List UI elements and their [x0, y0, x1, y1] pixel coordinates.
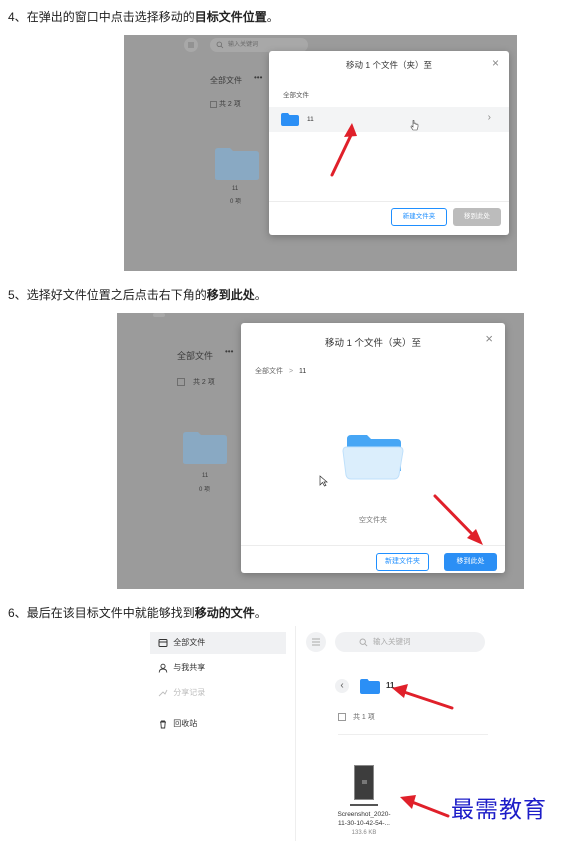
breadcrumb: 全部文件 > 11	[255, 368, 307, 375]
move-dialog: 移动 1 个文件（夹）至 × 全部文件 11 › 新建文件夹 移到此处	[269, 51, 509, 235]
file-size: 133.6 KB	[351, 830, 377, 836]
folder-icon	[158, 638, 168, 647]
folder-row-label: 11	[307, 116, 314, 123]
sidebar-item-all-files[interactable]: 全部文件	[158, 637, 205, 648]
arrow-annotation	[433, 494, 483, 545]
new-folder-button[interactable]: 新建文件夹	[376, 553, 429, 571]
move-here-button[interactable]: 移到此处	[453, 208, 501, 226]
trash-icon	[160, 720, 166, 729]
more-icon[interactable]: •••	[225, 347, 233, 356]
section-label: 全部文件	[283, 92, 309, 99]
close-icon[interactable]: ×	[492, 56, 499, 70]
screenshot-step-5: 全部文件 ••• 共 2 项 11 0 项 移动 1 个文件（夹）至 × 全部文…	[117, 313, 524, 589]
sidebar-item-recycle-bin[interactable]: 回收站	[158, 718, 197, 729]
file-name[interactable]: Screenshot_2020- 11-30-10-42-54-...	[322, 810, 406, 828]
select-count[interactable]: 共 1 项	[338, 712, 375, 722]
dialog-title: 移动 1 个文件（夹）至	[346, 60, 432, 70]
new-folder-button[interactable]: 新建文件夹	[391, 208, 447, 226]
folder-icon[interactable]	[182, 431, 228, 465]
all-files-label[interactable]: 全部文件	[210, 75, 242, 86]
select-count[interactable]: 共 2 项	[210, 99, 241, 109]
step-6-text: 6、最后在该目标文件中就能够找到移动的文件。	[8, 606, 267, 620]
folder-icon	[360, 679, 380, 694]
arrow-annotation	[392, 684, 454, 710]
user-icon	[158, 663, 168, 673]
search-icon	[359, 638, 368, 647]
menu-icon[interactable]	[184, 38, 198, 52]
folder-name: 11	[232, 186, 239, 192]
folder-meta: 0 项	[230, 199, 242, 205]
cursor-icon	[410, 120, 419, 131]
arrow-annotation	[330, 123, 357, 177]
sidebar-item-share-records[interactable]: 分享记录	[158, 687, 205, 698]
select-count[interactable]: 共 2 项	[177, 377, 215, 387]
move-here-button[interactable]: 移到此处	[444, 553, 497, 571]
folder-icon	[281, 113, 299, 126]
dialog-title: 移动 1 个文件（夹）至	[324, 338, 422, 349]
back-button[interactable]: ‹	[335, 679, 349, 693]
more-icon[interactable]: •••	[254, 73, 262, 82]
share-icon	[158, 689, 168, 697]
screenshot-step-6: 全部文件 与我共享 分享记录 回收站 输入关键词 ‹ 11 共 1 项 Scre…	[150, 626, 500, 841]
folder-meta: 0 项	[199, 487, 211, 493]
breadcrumb-root[interactable]: 全部文件	[255, 368, 283, 375]
file-icon[interactable]	[354, 765, 374, 800]
arrow-annotation	[400, 795, 450, 818]
all-files-label[interactable]: 全部文件	[177, 349, 213, 362]
step-5-text: 5、选择好文件位置之后点击右下角的移到此处。	[8, 288, 267, 302]
folder-row-11[interactable]: 11 ›	[269, 107, 509, 132]
step-4-text: 4、在弹出的窗口中点击选择移动的目标文件位置。	[8, 10, 279, 24]
close-icon[interactable]: ×	[485, 331, 493, 346]
breadcrumb-current: 11	[299, 368, 307, 375]
search-icon	[216, 41, 224, 49]
folder-name: 11	[202, 473, 209, 479]
menu-icon[interactable]	[306, 632, 326, 652]
search-input[interactable]: 输入关键词	[335, 632, 485, 652]
folder-icon[interactable]	[214, 147, 260, 181]
screenshot-step-4: 输入关键词 全部文件 ••• 共 2 项 11 0 项 移动 1 个文件（夹）至…	[124, 35, 517, 271]
search-input[interactable]: 输入关键词	[210, 38, 308, 52]
cursor-icon	[319, 475, 328, 487]
sidebar-item-shared-with-me[interactable]: 与我共享	[158, 662, 205, 673]
watermark-text: 最需教育	[451, 797, 547, 823]
chevron-right-icon[interactable]: ›	[488, 112, 491, 123]
empty-folder-icon	[342, 435, 404, 480]
